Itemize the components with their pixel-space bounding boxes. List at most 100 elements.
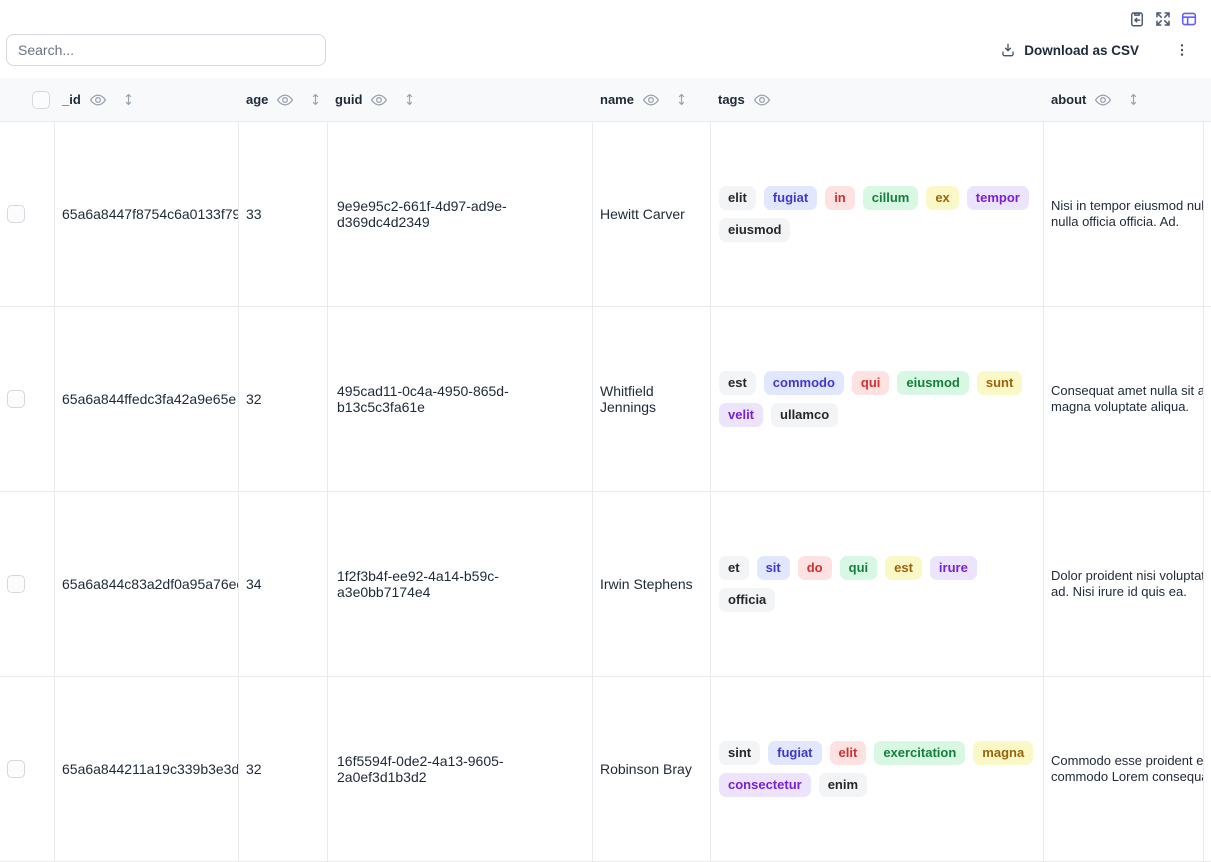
tag-chip: sint [719, 741, 760, 765]
tag-chip: velit [719, 403, 763, 427]
clipboard-import-icon[interactable] [1127, 9, 1146, 28]
tag-chip: consectetur [719, 773, 811, 797]
_id-cell: 65a6a844ffedc3fa42a9e65e [55, 307, 239, 491]
_id-value: 65a6a844ffedc3fa42a9e65e [62, 391, 236, 407]
_id-value: 65a6a8447f8754c6a0133f79 [62, 206, 239, 222]
age-value: 32 [246, 391, 262, 407]
name-value: Robinson Bray [600, 761, 692, 777]
about-cell: Commodo esse proident ex commodo Lorem c… [1044, 677, 1204, 861]
sort-icon[interactable] [115, 92, 136, 107]
about-cell: Nisi in tempor eiusmod nulla aliqua null… [1044, 122, 1204, 306]
toolbar-actions: Download as CSV [994, 40, 1205, 60]
row-filler-cell [1204, 492, 1211, 676]
tag-chip: qui [840, 556, 878, 580]
tag-chip: eiusmod [719, 218, 790, 242]
kebab-menu-button[interactable] [1172, 40, 1192, 60]
age-cell: 34 [239, 492, 328, 676]
_id-cell: 65a6a844211a19c339b3e3d3 [55, 677, 239, 861]
download-csv-button[interactable]: Download as CSV [994, 41, 1145, 59]
guid-value: 16f5594f-0de2-4a13-9605-2a0ef3d1b3d2 [337, 753, 592, 785]
_id-value: 65a6a844211a19c339b3e3d3 [62, 761, 239, 777]
topbar [0, 0, 1211, 28]
guid-value: 1f2f3b4f-ee92-4a14-b59c-a3e0bb7174e4 [337, 568, 592, 600]
download-csv-label: Download as CSV [1024, 43, 1139, 58]
sort-icon[interactable] [396, 92, 417, 107]
table-view-icon[interactable] [1179, 9, 1198, 28]
tags-cell: elitfugiatincillumextemporeiusmod [711, 122, 1044, 306]
row-checkbox[interactable] [7, 390, 25, 408]
guid-value: 9e9e95c2-661f-4d97-ad9e-d369dc4d2349 [337, 198, 592, 230]
row-select-cell [0, 307, 55, 491]
_id-cell: 65a6a844c83a2df0a95a76ee [55, 492, 239, 676]
tag-chip: est [719, 371, 756, 395]
row-select-cell [0, 492, 55, 676]
column-header-_id: _id [55, 78, 239, 121]
guid-cell: 1f2f3b4f-ee92-4a14-b59c-a3e0bb7174e4 [328, 492, 593, 676]
column-header-age: age [239, 78, 328, 121]
row-checkbox[interactable] [7, 205, 25, 223]
_id-value: 65a6a844c83a2df0a95a76ee [62, 576, 239, 592]
about-value: Dolor proident nisi voluptate dolor ad. … [1051, 568, 1204, 600]
guid-cell: 9e9e95c2-661f-4d97-ad9e-d369dc4d2349 [328, 122, 593, 306]
header-filler-cell [1204, 78, 1211, 121]
age-value: 32 [246, 761, 262, 777]
tag-chip: fugiat [764, 186, 817, 210]
about-cell: Dolor proident nisi voluptate dolor ad. … [1044, 492, 1204, 676]
tag-chip: tempor [967, 186, 1029, 210]
row-checkbox[interactable] [7, 760, 25, 778]
about-value: Commodo esse proident ex commodo Lorem c… [1051, 753, 1204, 785]
tag-chip: et [719, 556, 749, 580]
name-cell: Irwin Stephens [593, 492, 711, 676]
column-header-name: name [593, 78, 711, 121]
visibility-eye-icon[interactable] [642, 91, 660, 109]
tag-chip: officia [719, 588, 775, 612]
guid-value: 495cad11-0c4a-4950-865d-b13c5c3fa61e [337, 383, 592, 415]
tag-chip: magna [973, 741, 1033, 765]
column-header-guid: guid [328, 78, 593, 121]
table-header-row: _id ageguid name tags about [0, 78, 1211, 122]
guid-cell: 16f5594f-0de2-4a13-9605-2a0ef3d1b3d2 [328, 677, 593, 861]
column-label: tags [718, 92, 745, 107]
column-header-about: about [1044, 78, 1204, 121]
tag-chip: exercitation [874, 741, 965, 765]
tag-chip: cillum [863, 186, 919, 210]
column-label: guid [335, 92, 362, 107]
visibility-eye-icon[interactable] [89, 91, 107, 109]
tag-chip: sit [757, 556, 790, 580]
row-select-cell [0, 677, 55, 861]
column-label: about [1051, 92, 1086, 107]
tag-chip: irure [930, 556, 977, 580]
table-row: 65a6a844ffedc3fa42a9e65e 32 495cad11-0c4a-… [0, 307, 1211, 492]
table-row: 65a6a844c83a2df0a95a76ee34 1f2f3b4f-ee92-… [0, 492, 1211, 677]
tags-cell: sintfugiatelitexercitationmagnaconsectet… [711, 677, 1044, 861]
column-header-tags: tags [711, 78, 1044, 121]
tag-chip: elit [719, 186, 756, 210]
sort-icon[interactable] [302, 92, 323, 107]
row-checkbox[interactable] [7, 575, 25, 593]
tag-chip: eiusmod [897, 371, 968, 395]
sort-icon[interactable] [1120, 92, 1141, 107]
tag-chip: commodo [764, 371, 844, 395]
toolbar: Download as CSV [0, 28, 1211, 78]
data-table: _id ageguid name tags about 65a6a8447f8754c6… [0, 78, 1211, 862]
visibility-eye-icon[interactable] [276, 91, 294, 109]
select-all-checkbox[interactable] [32, 91, 50, 109]
age-cell: 32 [239, 307, 328, 491]
tag-chip: ullamco [771, 403, 838, 427]
visibility-eye-icon[interactable] [753, 91, 771, 109]
about-value: Consequat amet nulla sit aute velit magn… [1051, 383, 1204, 415]
row-filler-cell [1204, 122, 1211, 306]
table-row: 65a6a844211a19c339b3e3d3 32 16f5594f-0de2-… [0, 677, 1211, 862]
name-cell: Whitfield Jennings [593, 307, 711, 491]
expand-icon[interactable] [1153, 9, 1172, 28]
column-label: _id [62, 92, 81, 107]
sort-icon[interactable] [668, 92, 689, 107]
search-input[interactable] [6, 34, 326, 66]
tag-chip: fugiat [768, 741, 821, 765]
visibility-eye-icon[interactable] [1094, 91, 1112, 109]
guid-cell: 495cad11-0c4a-4950-865d-b13c5c3fa61e [328, 307, 593, 491]
table-row: 65a6a8447f8754c6a0133f79339e9e95c2-661f-… [0, 122, 1211, 307]
table-body: 65a6a8447f8754c6a0133f79339e9e95c2-661f-… [0, 122, 1211, 862]
visibility-eye-icon[interactable] [370, 91, 388, 109]
row-filler-cell [1204, 677, 1211, 861]
